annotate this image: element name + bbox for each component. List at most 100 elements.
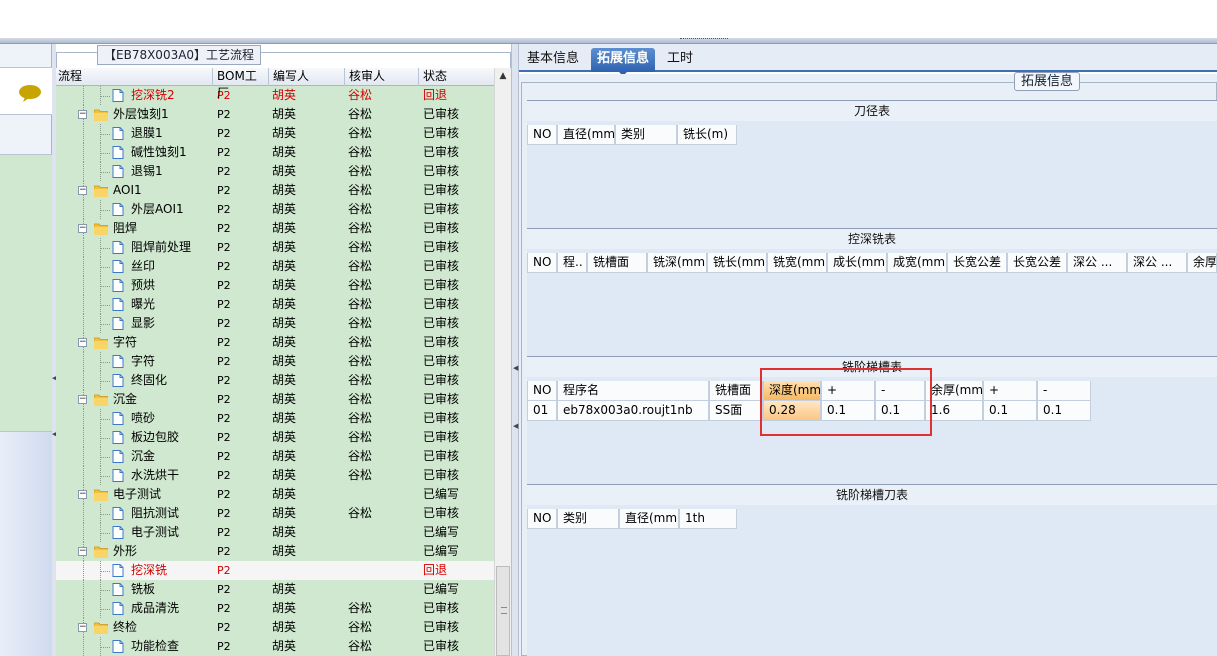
collapse-toggle-icon[interactable]: −	[78, 395, 87, 404]
reviewer-cell: 谷松	[348, 240, 373, 254]
tree-folder-row[interactable]: − 外层蚀刻1 P2 胡英 谷松 已审核	[56, 105, 494, 124]
status-cell: 已审核	[423, 449, 460, 463]
col-header[interactable]: 铣长(mm)	[707, 253, 767, 273]
col-header[interactable]: +	[983, 381, 1037, 401]
middle-splitter[interactable]: ◀ ◀	[511, 44, 519, 656]
tree-item-row[interactable]: 沉金 P2 胡英 谷松 已审核	[56, 447, 494, 466]
tree-scrollbar[interactable]: ▲	[494, 68, 511, 656]
col-header-flow[interactable]: 流程	[56, 68, 212, 86]
collapse-toggle-icon[interactable]: −	[78, 547, 87, 556]
tree-item-row[interactable]: 终固化 P2 胡英 谷松 已审核	[56, 371, 494, 390]
col-header[interactable]: 程序名	[557, 381, 709, 401]
tree-connector	[83, 238, 84, 257]
chat-bubble-icon[interactable]	[18, 84, 42, 102]
tree-item-row[interactable]: 水洗烘干 P2 胡英 谷松 已审核	[56, 466, 494, 485]
tree-item-label: 沉金	[113, 392, 138, 406]
writer-cell: 胡英	[272, 430, 297, 444]
collapse-toggle-icon[interactable]: −	[78, 490, 87, 499]
tree-folder-row[interactable]: − 外形 P2 胡英 已编写	[56, 542, 494, 561]
tree-item-row[interactable]: 喷砂 P2 胡英 谷松 已审核	[56, 409, 494, 428]
col-header[interactable]: 成长(mm)	[827, 253, 887, 273]
tree-item-row[interactable]: 外层AOI1 P2 胡英 谷松 已审核	[56, 200, 494, 219]
col-header[interactable]: 铣宽(mm)	[767, 253, 827, 273]
scroll-thumb[interactable]	[496, 566, 510, 656]
tree-folder-row[interactable]: − 阻焊 P2 胡英 谷松 已审核	[56, 219, 494, 238]
tree-item-row[interactable]: 丝印 P2 胡英 谷松 已审核	[56, 257, 494, 276]
tree-item-row[interactable]: 阻焊前处理 P2 胡英 谷松 已审核	[56, 238, 494, 257]
tree-item-row[interactable]: 退膜1 P2 胡英 谷松 已审核	[56, 124, 494, 143]
tree-item-row[interactable]: 曝光 P2 胡英 谷松 已审核	[56, 295, 494, 314]
tree-folder-row[interactable]: − AOI1 P2 胡英 谷松 已审核	[56, 181, 494, 200]
tree-folder-row[interactable]: − 电子测试 P2 胡英 已编写	[56, 485, 494, 504]
status-cell: 已审核	[423, 601, 460, 615]
tree-item-label: 电子测试	[113, 487, 162, 501]
col-header[interactable]: 深公 ...	[1067, 253, 1127, 273]
col-header[interactable]: 直径(mm)	[619, 509, 679, 529]
tree-item-row[interactable]: 铣板 P2 胡英 已编写	[56, 580, 494, 599]
tree-folder-row[interactable]: − 终检 P2 胡英 谷松 已审核	[56, 618, 494, 637]
tree-item-row[interactable]: 板边包胶 P2 胡英 谷松 已审核	[56, 428, 494, 447]
tree-item-row[interactable]: 预烘 P2 胡英 谷松 已审核	[56, 276, 494, 295]
tree-item-row[interactable]: 挖深铣2 P2 胡英 谷松 回退	[56, 86, 494, 105]
col-header[interactable]: 余厚	[1187, 253, 1217, 273]
table-cell[interactable]: 0.1	[983, 401, 1037, 421]
tree-item-row[interactable]: 字符 P2 胡英 谷松 已审核	[56, 352, 494, 371]
collapse-toggle-icon[interactable]: −	[78, 623, 87, 632]
tab-work-hours[interactable]: 工时	[661, 48, 699, 72]
table-cell[interactable]: 01	[527, 401, 557, 421]
col-header-bom-factory[interactable]: BOM工厂	[212, 68, 264, 100]
table-cell[interactable]: 0.1	[1037, 401, 1091, 421]
tree-item-row[interactable]: 阻抗测试 P2 胡英 谷松 已审核	[56, 504, 494, 523]
col-header[interactable]: -	[1037, 381, 1091, 401]
col-header[interactable]: 程..	[557, 253, 587, 273]
col-header-writer[interactable]: 编写人	[268, 68, 344, 86]
col-header[interactable]: 长宽公差	[1007, 253, 1067, 273]
col-header[interactable]: 成宽(mm)	[887, 253, 947, 273]
table-cell[interactable]: 1.6	[925, 401, 983, 421]
collapse-toggle-icon[interactable]: −	[78, 110, 87, 119]
status-cell: 已审核	[423, 297, 460, 311]
col-header[interactable]: 余厚(mm)	[925, 381, 983, 401]
tree-item-row[interactable]: 成品清洗 P2 胡英 谷松 已审核	[56, 599, 494, 618]
tree-folder-row[interactable]: − 沉金 P2 胡英 谷松 已审核	[56, 390, 494, 409]
tab-extended-info[interactable]: 拓展信息	[591, 48, 656, 76]
col-header-reviewer[interactable]: 核审人	[344, 68, 418, 86]
col-header[interactable]: 铣槽面	[587, 253, 647, 273]
collapse-toggle-icon[interactable]: −	[78, 186, 87, 195]
collapse-toggle-icon[interactable]: −	[78, 338, 87, 347]
tree-folder-row[interactable]: − 字符 P2 胡英 谷松 已审核	[56, 333, 494, 352]
table-cell[interactable]: eb78x003a0.roujt1nb	[557, 401, 709, 421]
col-header[interactable]: NO	[527, 509, 557, 529]
col-header[interactable]: 长宽公差	[947, 253, 1007, 273]
status-cell: 回退	[423, 563, 448, 577]
document-icon	[112, 374, 124, 387]
col-header-status[interactable]: 状态	[418, 68, 494, 86]
col-header[interactable]: NO	[527, 125, 557, 145]
bom-factory-cell: P2	[217, 450, 231, 463]
col-header[interactable]: 1th	[679, 509, 737, 529]
reviewer-cell: 谷松	[348, 221, 373, 235]
tree-item-label: 喷砂	[131, 411, 156, 425]
col-header[interactable]: 铣深(mm)	[647, 253, 707, 273]
tree-item-row[interactable]: 碱性蚀刻1 P2 胡英 谷松 已审核	[56, 143, 494, 162]
collapse-toggle-icon[interactable]: −	[78, 224, 87, 233]
table-cell[interactable]: SS面	[709, 401, 763, 421]
splitter-arrow-icon[interactable]: ◀	[513, 364, 518, 372]
tree-item-row[interactable]: 挖深铣 P2 回退	[56, 561, 494, 580]
folder-icon	[94, 109, 108, 121]
tree-item-row[interactable]: 电子测试 P2 胡英 已编写	[56, 523, 494, 542]
col-header[interactable]: 直径(mm)	[557, 125, 615, 145]
splitter-arrow-icon[interactable]: ◀	[513, 422, 518, 430]
tree-item-row[interactable]: 退锡1 P2 胡英 谷松 已审核	[56, 162, 494, 181]
col-header[interactable]: 铣长(m)	[677, 125, 737, 145]
col-header[interactable]: 类别	[615, 125, 677, 145]
col-header[interactable]: 深公 ...	[1127, 253, 1187, 273]
col-header[interactable]: NO	[527, 253, 557, 273]
tree-item-row[interactable]: 显影 P2 胡英 谷松 已审核	[56, 314, 494, 333]
scroll-up-icon[interactable]: ▲	[495, 68, 511, 85]
col-header[interactable]: 类别	[557, 509, 619, 529]
col-header[interactable]: NO	[527, 381, 557, 401]
tab-basic-info[interactable]: 基本信息	[521, 48, 585, 72]
tree-item-row[interactable]: 功能检查 P2 胡英 谷松 已审核	[56, 637, 494, 656]
col-header[interactable]: 铣槽面	[709, 381, 763, 401]
